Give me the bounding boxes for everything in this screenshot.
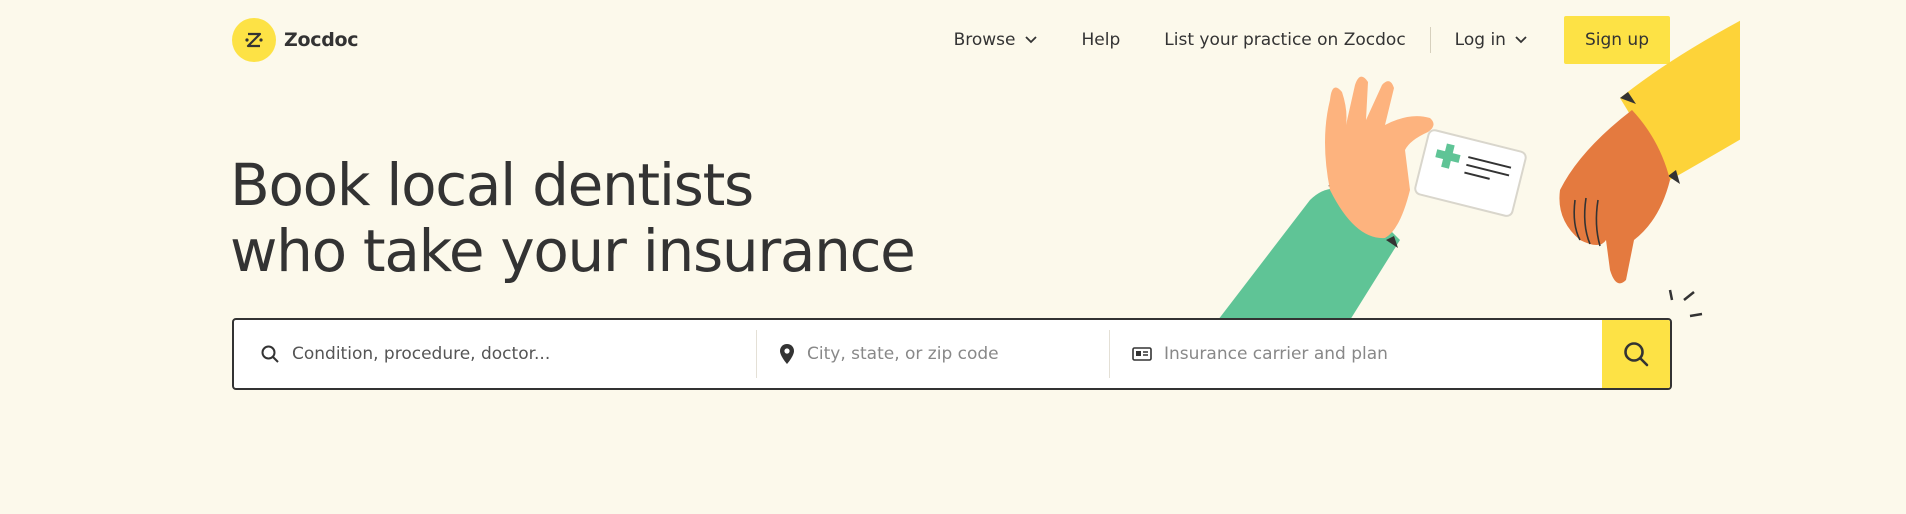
- hero-title-line2: who take your insurance: [230, 217, 916, 285]
- search-icon: [260, 344, 280, 364]
- zocdoc-logo[interactable]: Zocdoc: [232, 18, 359, 62]
- hero-title: Book local dentists who take your insura…: [230, 151, 916, 285]
- location-field: [757, 320, 1109, 388]
- insurance-input[interactable]: [1164, 320, 1602, 388]
- condition-input[interactable]: [292, 320, 756, 388]
- zocdoc-logo-icon: [232, 18, 276, 62]
- condition-field: [234, 320, 756, 388]
- search-bar: [232, 318, 1672, 390]
- help-link[interactable]: Help: [1060, 16, 1143, 64]
- insurance-field: [1110, 320, 1602, 388]
- insurance-card-icon: [1132, 346, 1152, 362]
- page: Zocdoc Browse Help List your practice on…: [0, 0, 1906, 514]
- search-button[interactable]: [1602, 320, 1670, 388]
- search-icon: [1624, 342, 1649, 367]
- location-pin-icon: [779, 343, 795, 365]
- brand-name: Zocdoc: [284, 29, 359, 51]
- chevron-down-icon: [1024, 36, 1037, 44]
- browse-label: Browse: [953, 30, 1016, 50]
- browse-menu[interactable]: Browse: [932, 16, 1060, 64]
- location-input[interactable]: [807, 320, 1109, 388]
- hero-title-line1: Book local dentists: [230, 151, 754, 219]
- hands-insurance-card-illustration: [1218, 20, 1740, 320]
